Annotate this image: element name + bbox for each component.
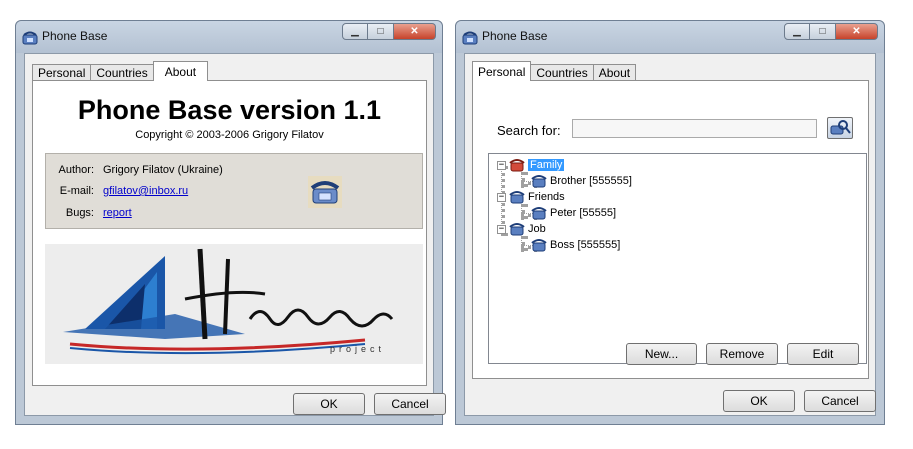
copyright-text: Copyright © 2003-2006 Grigory Filatov: [135, 129, 324, 141]
cancel-button[interactable]: Cancel: [374, 393, 446, 415]
personal-window: Phone Base ▁ □ ✕ Personal Countries Abou…: [455, 20, 885, 425]
close-icon: ✕: [410, 26, 419, 37]
contacts-tree[interactable]: − Family Brother [555555] − Friends Pete…: [488, 153, 867, 364]
collapse-toggle-icon[interactable]: −: [497, 192, 506, 202]
tree-contact-label[interactable]: Peter [55555]: [550, 207, 616, 219]
author-info-box: Author: Grigory Filatov (Ukraine) E-mail…: [45, 153, 423, 229]
window-title: Phone Base: [482, 29, 548, 43]
remove-button[interactable]: Remove: [706, 343, 778, 365]
tree-group-label[interactable]: Job: [528, 223, 546, 235]
report-link[interactable]: report: [103, 207, 132, 219]
tab-personal[interactable]: Personal: [472, 61, 532, 81]
tab-countries[interactable]: Countries: [90, 64, 154, 81]
phone-group-icon: [509, 223, 525, 236]
minimize-icon: ▁: [351, 26, 359, 37]
tree-group-label[interactable]: Friends: [528, 191, 565, 203]
search-button[interactable]: [827, 117, 853, 139]
email-label: E-mail:: [59, 185, 94, 197]
ok-button[interactable]: OK: [723, 390, 795, 412]
phone-contact-icon: [531, 207, 547, 220]
tree-group-label[interactable]: Family: [528, 159, 565, 171]
new-contact-button[interactable]: New...: [626, 343, 697, 365]
telephone-icon: [308, 176, 342, 208]
author-value: Grigory Filatov (Ukraine): [103, 164, 223, 176]
window-title: Phone Base: [42, 29, 108, 43]
tree-group-friends[interactable]: − Friends: [497, 189, 565, 205]
tab-about[interactable]: About: [592, 64, 637, 81]
minimize-button[interactable]: ▁: [784, 23, 810, 40]
author-label: Author:: [58, 164, 94, 176]
close-button[interactable]: ✕: [394, 23, 436, 40]
about-panel: Phone Base version 1.1 Copyright © 2003-…: [32, 80, 427, 386]
maximize-button[interactable]: □: [810, 23, 836, 40]
phone-group-icon: [509, 191, 525, 204]
title-bar[interactable]: Phone Base ▁ □ ✕: [16, 21, 442, 53]
minimize-icon: ▁: [793, 26, 801, 37]
phone-app-icon: [462, 31, 478, 45]
tab-strip: Personal Countries About: [32, 61, 209, 81]
cancel-button[interactable]: Cancel: [804, 390, 876, 412]
tree-contact-brother[interactable]: Brother [555555]: [531, 173, 632, 189]
search-label: Search for:: [497, 123, 561, 138]
edit-button[interactable]: Edit: [787, 343, 859, 365]
phone-contact-icon: [531, 175, 547, 188]
harbour-project-logo: project: [45, 244, 423, 364]
maximize-button[interactable]: □: [368, 23, 394, 40]
tree-group-family[interactable]: − Family: [497, 157, 565, 173]
app-version-title: Phone Base version 1.1: [77, 95, 382, 125]
phone-app-icon: [22, 31, 38, 45]
window-controls: ▁ □ ✕: [784, 23, 878, 41]
close-button[interactable]: ✕: [836, 23, 878, 40]
search-input[interactable]: [572, 119, 817, 138]
personal-panel: Search for: − Family Brother [555555] − …: [472, 80, 869, 379]
bugs-label: Bugs:: [65, 207, 94, 219]
phone-contact-icon: [531, 239, 547, 252]
title-bar[interactable]: Phone Base ▁ □ ✕: [456, 21, 884, 53]
window-controls: ▁ □ ✕: [342, 23, 436, 41]
red-phone-group-icon: [509, 159, 525, 172]
ok-button[interactable]: OK: [293, 393, 365, 415]
tree-contact-label[interactable]: Boss [555555]: [550, 239, 620, 251]
maximize-icon: □: [377, 26, 384, 37]
collapse-toggle-icon[interactable]: −: [497, 224, 506, 234]
email-link[interactable]: gfilatov@inbox.ru: [103, 185, 188, 197]
tree-group-job[interactable]: − Job: [497, 221, 546, 237]
tree-contact-peter[interactable]: Peter [55555]: [531, 205, 616, 221]
dialog-body: Personal Countries About Search for: − F…: [464, 53, 876, 416]
banner-project-text: project: [330, 344, 385, 354]
tab-countries[interactable]: Countries: [530, 64, 594, 81]
collapse-toggle-icon[interactable]: −: [497, 160, 506, 170]
tab-personal[interactable]: Personal: [32, 64, 92, 81]
minimize-button[interactable]: ▁: [342, 23, 368, 40]
maximize-icon: □: [819, 26, 826, 37]
tree-contact-boss[interactable]: Boss [555555]: [531, 237, 620, 253]
search-icon: [830, 120, 851, 135]
about-window: Phone Base ▁ □ ✕ Personal Countries Abou…: [15, 20, 446, 425]
tab-strip: Personal Countries About: [472, 61, 637, 81]
tab-about[interactable]: About: [152, 61, 209, 81]
harbour-logo-image: project: [63, 248, 394, 355]
tree-contact-label[interactable]: Brother [555555]: [550, 175, 632, 187]
close-icon: ✕: [852, 26, 861, 37]
dialog-body: Personal Countries About Phone Base vers…: [24, 53, 446, 416]
